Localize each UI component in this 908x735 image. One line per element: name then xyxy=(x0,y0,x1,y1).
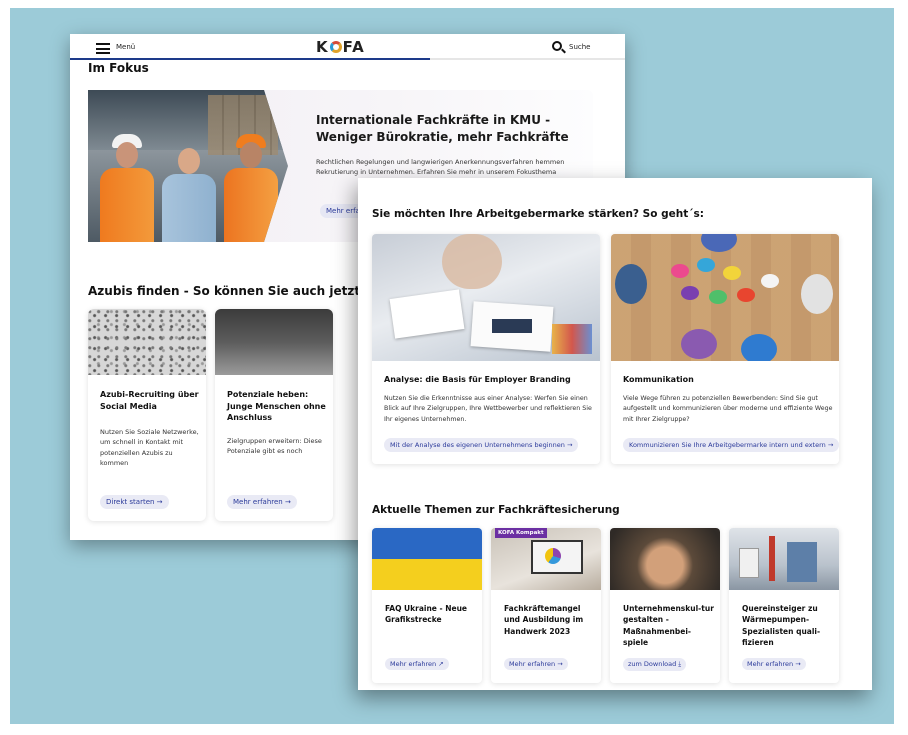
topics-heading: Aktuelle Themen zur Fachkräftesicherung xyxy=(372,504,620,516)
focus-heading: Im Fokus xyxy=(88,61,149,75)
card-link-more[interactable]: Mehr erfahren → xyxy=(227,495,297,509)
topic-card-waermepumpen[interactable]: Quereinsteiger zu Wärmepumpen-Spezialist… xyxy=(729,528,839,683)
card-potenziale[interactable]: Potenziale heben: Junge Menschen ohne An… xyxy=(215,309,333,521)
topic-card-handwerk[interactable]: KOFA Kompakt Fachkräftemangel und Ausbil… xyxy=(491,528,601,683)
card-azubi-recruiting[interactable]: Azubi-Recruiting über Social Media Nutze… xyxy=(88,309,206,521)
card-text: Nutzen Sie die Erkenntnisse aus einer An… xyxy=(384,395,592,423)
card-analysis[interactable]: Analyse: die Basis für Employer Branding… xyxy=(372,234,600,464)
nav-accent-line xyxy=(70,58,430,60)
hero-image-workers xyxy=(88,90,288,242)
topic-link[interactable]: Mehr erfahren ↗ xyxy=(385,658,449,670)
card-communication[interactable]: Kommunikation Viele Wege führen zu poten… xyxy=(611,234,839,464)
card-text: Nutzen Sie Soziale Netzwerke, um schnell… xyxy=(100,428,199,468)
card-title: Kommunikation xyxy=(623,375,694,384)
topic-link[interactable]: Mehr erfahren → xyxy=(504,658,568,670)
hero-description: Rechtlichen Regelungen und langwierigen … xyxy=(316,158,565,177)
topic-title: FAQ Ukraine - Neue Grafikstrecke xyxy=(385,604,468,625)
hero-title[interactable]: Internationale Fachkräfte in KMU - Wenig… xyxy=(316,112,576,146)
card-text: Zielgruppen erweitern: Diese Potenziale … xyxy=(227,437,322,456)
team-hands-image xyxy=(610,528,720,590)
analysis-desk-image xyxy=(372,234,600,361)
card-text: Viele Wege führen zu potenziellen Bewerb… xyxy=(623,395,833,423)
search-label[interactable]: Suche xyxy=(569,43,590,51)
card-link-communication[interactable]: Kommunizieren Sie Ihre Arbeitgebermarke … xyxy=(623,438,839,452)
crowd-image xyxy=(88,309,206,375)
card-title: Potenziale heben: Junge Menschen ohne An… xyxy=(227,390,326,423)
employer-brand-heading: Sie möchten Ihre Arbeitgebermarke stärke… xyxy=(372,208,704,220)
card-title: Azubi-Recruiting über Social Media xyxy=(100,390,199,411)
card-title: Analyse: die Basis für Employer Branding xyxy=(384,375,571,384)
search-icon[interactable] xyxy=(552,41,562,51)
topic-title: Fachkräftemangel und Ausbildung im Handw… xyxy=(504,604,584,636)
kofa-kompakt-badge: KOFA Kompakt xyxy=(495,528,547,538)
communication-speech-bubbles-image xyxy=(611,234,839,361)
topic-link-download[interactable]: zum Download ⤓ xyxy=(623,658,687,671)
ukraine-flag-image xyxy=(372,528,482,590)
hamburger-menu-icon[interactable] xyxy=(96,43,110,54)
logo-circle-icon xyxy=(329,41,342,53)
top-navigation-bar: Menü K FA Suche xyxy=(70,34,625,60)
card-link-analysis[interactable]: Mit der Analyse des eigenen Unternehmens… xyxy=(384,438,579,452)
topic-link[interactable]: Mehr erfahren → xyxy=(742,658,806,670)
card-link-direct-start[interactable]: Direkt starten → xyxy=(100,495,169,509)
topic-card-ukraine[interactable]: FAQ Ukraine - Neue Grafikstrecke Mehr er… xyxy=(372,528,482,683)
heat-pump-workshop-image xyxy=(729,528,839,590)
front-page-screenshot: Sie möchten Ihre Arbeitgebermarke stärke… xyxy=(358,178,872,690)
topic-card-unternehmenskultur[interactable]: Unternehmenskul-tur gestalten - Maßnahme… xyxy=(610,528,720,683)
topic-title: Unternehmenskul-tur gestalten - Maßnahme… xyxy=(623,604,714,647)
kofa-logo[interactable]: K FA xyxy=(316,38,365,56)
topic-title: Quereinsteiger zu Wärmepumpen-Spezialist… xyxy=(742,604,821,647)
menu-label[interactable]: Menü xyxy=(116,43,135,51)
azubis-heading: Azubis finden - So können Sie auch jetzt… xyxy=(88,284,389,298)
street-people-image xyxy=(215,309,333,375)
